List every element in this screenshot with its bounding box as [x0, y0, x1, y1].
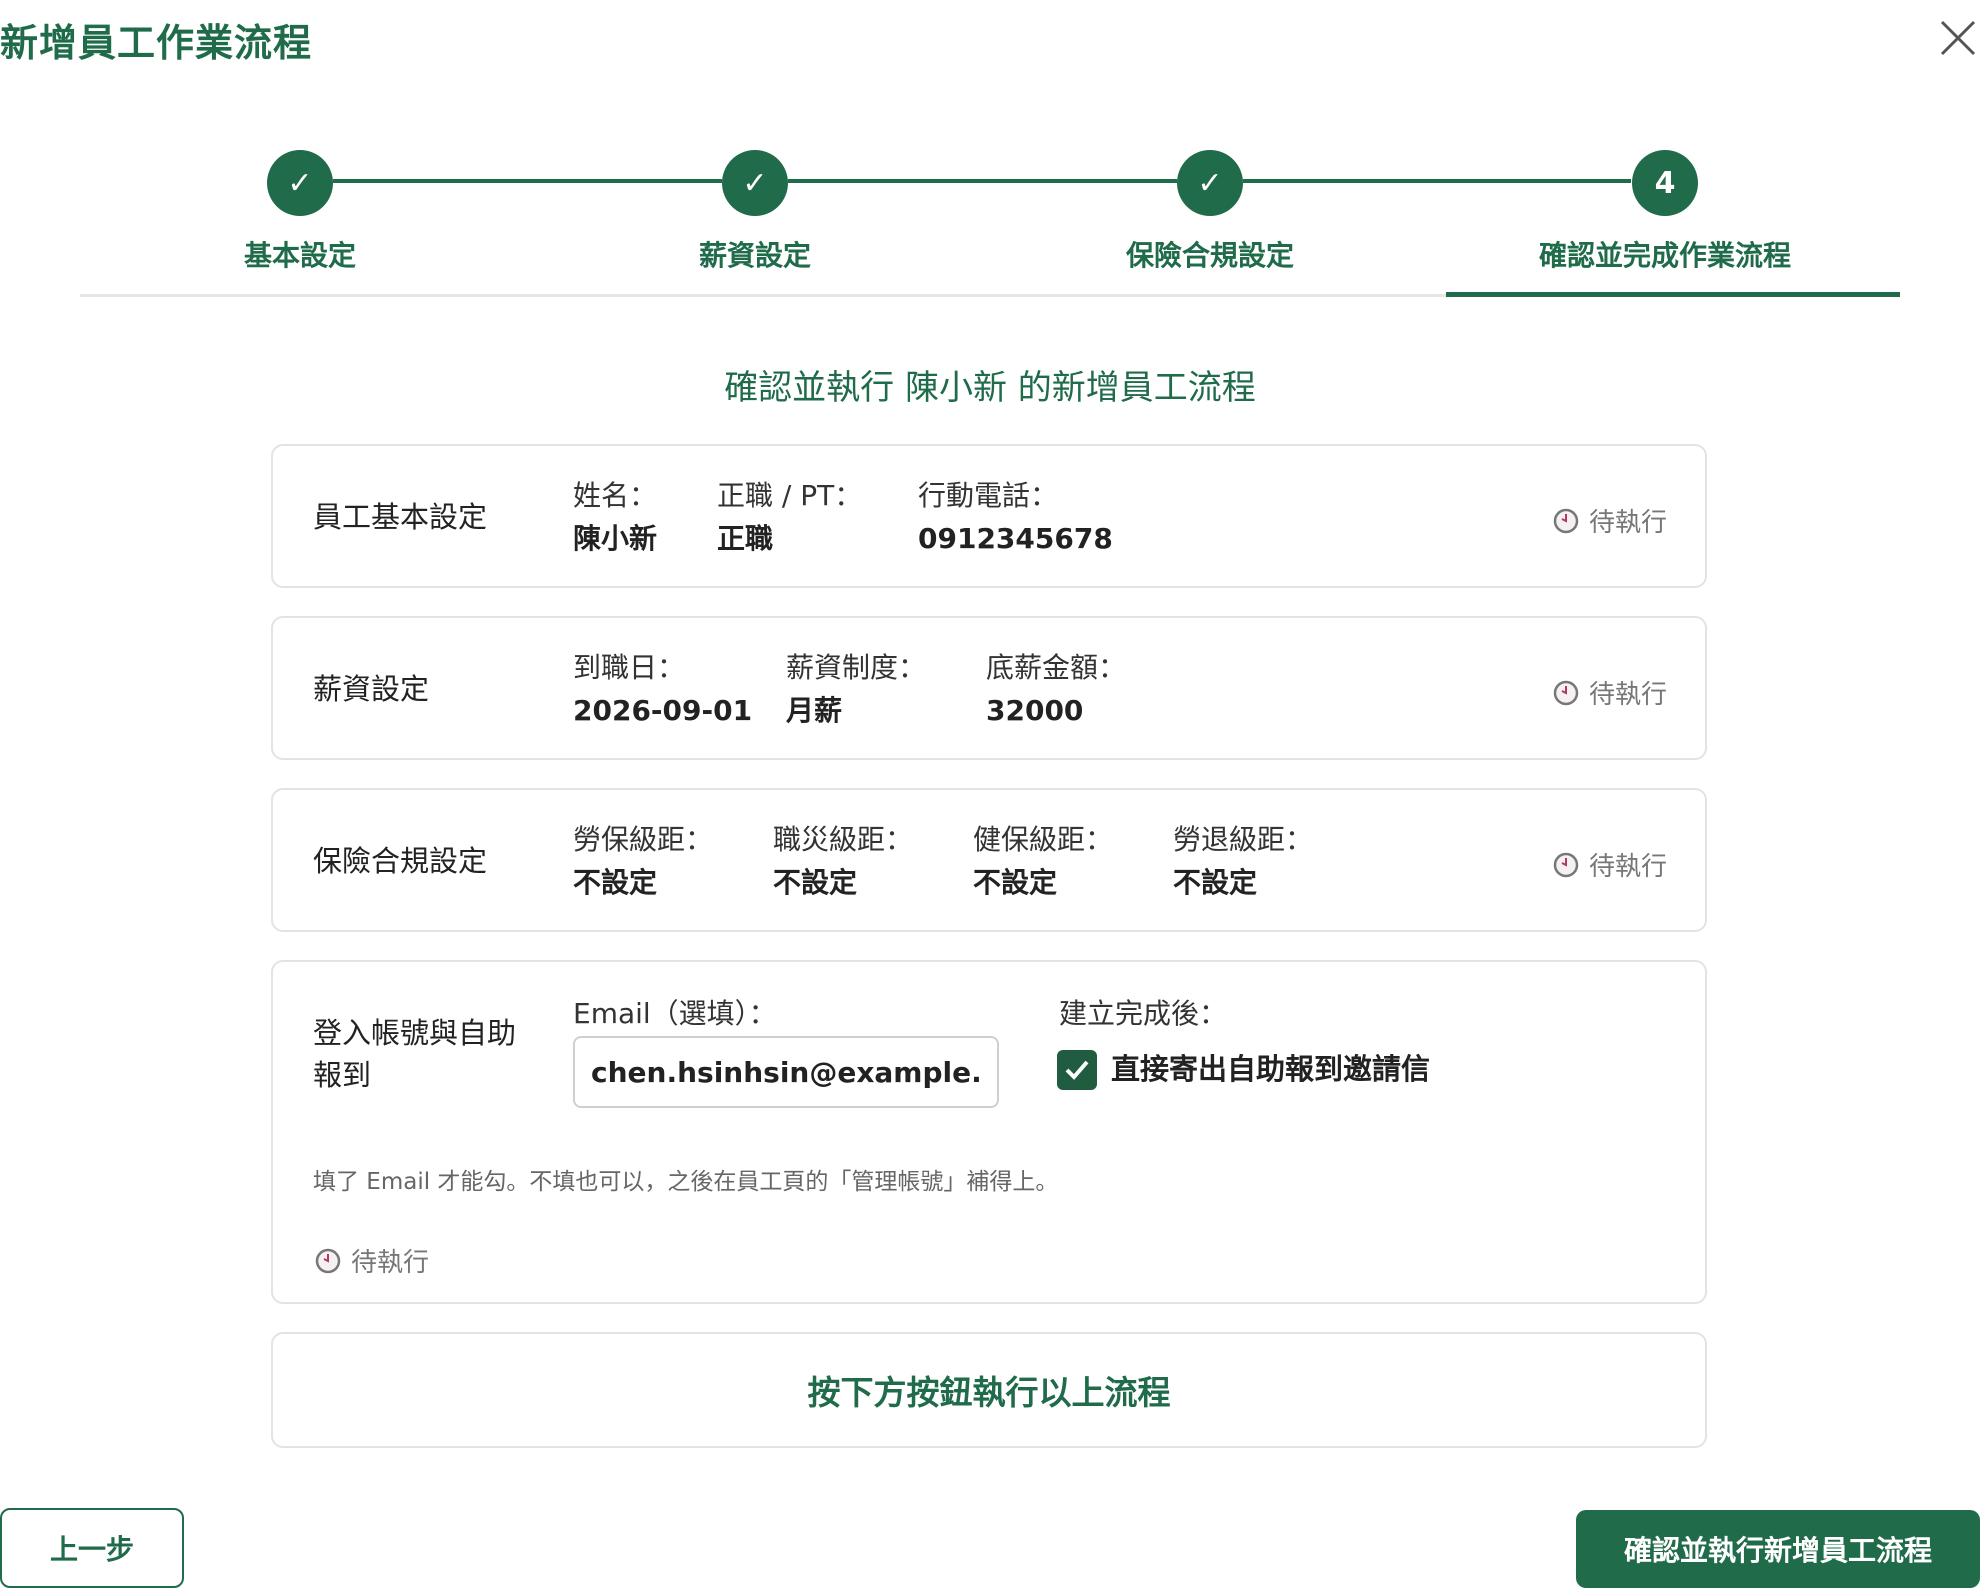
email-hint: 填了 Email 才能勾。不填也可以，之後在員工頁的「管理帳號」補得上。: [313, 1169, 1059, 1195]
step-confirm: 4 確認並完成作業流程: [1445, 150, 1885, 274]
field-label: 正職 / PT：: [717, 479, 863, 512]
email-field[interactable]: [573, 1036, 999, 1108]
clock-icon: [1553, 852, 1579, 877]
field-pension: 勞退級距： 不設定: [1173, 820, 1313, 906]
step-label: 保險合規設定: [1125, 239, 1294, 272]
clock-icon: [1553, 508, 1579, 533]
field-label: 底薪金額：: [986, 651, 1127, 684]
field-value: 不設定: [1173, 866, 1258, 899]
field-phone: 行動電話： 0912345678: [918, 476, 1113, 562]
field-label: 勞退級距：: [1173, 823, 1314, 856]
field-value: 32000: [986, 694, 1084, 727]
step-basic: ✓ 基本設定: [80, 150, 520, 274]
field-start-date: 到職日： 2026-09-01: [573, 648, 752, 734]
field-name: 姓名： 陳小新: [573, 476, 657, 562]
card-execute-notice: 按下方按鈕執行以上流程: [271, 1332, 1707, 1448]
confirm-subtitle: 確認並執行 陳小新 的新增員工流程: [724, 368, 1256, 408]
card-basic-settings: 員工基本設定 姓名： 陳小新 正職 / PT： 正職 行動電話： 0912345…: [271, 444, 1707, 588]
stepper: ✓ 基本設定 ✓ 薪資設定 ✓ 保險合規設定 4 確認並完成作業流程: [80, 150, 1900, 300]
field-value: 月薪: [786, 694, 843, 727]
card-salary-settings: 薪資設定 到職日： 2026-09-01 薪資制度： 月薪 底薪金額： 3200…: [271, 616, 1707, 760]
step-number: 4: [1632, 150, 1698, 216]
dialog-title: 新增員工作業流程: [0, 21, 313, 65]
status-pending: 待執行: [1553, 502, 1667, 539]
clock-icon: [1553, 680, 1579, 705]
check-icon: ✓: [722, 150, 788, 216]
step-label: 確認並完成作業流程: [1538, 239, 1791, 272]
field-occupational-insurance: 職災級距： 不設定: [773, 820, 913, 906]
step-insurance: ✓ 保險合規設定: [990, 150, 1430, 274]
status-text: 待執行: [1589, 508, 1668, 538]
field-employment-type: 正職 / PT： 正職: [717, 476, 862, 562]
field-value: 陳小新: [573, 522, 658, 555]
field-label: 職災級距：: [773, 823, 914, 856]
field-value: 正職: [717, 522, 774, 555]
card-title: 登入帳號與自助 報到: [313, 1012, 516, 1096]
after-create-label: 建立完成後：: [1059, 997, 1228, 1030]
card-title-line: 報到: [313, 1058, 372, 1092]
send-invite-checkbox[interactable]: [1057, 1050, 1097, 1090]
status-pending: 待執行: [315, 1242, 429, 1279]
card-account-onboarding: 登入帳號與自助 報到 Email（選填）： 建立完成後： 直接寄出自助報到邀請信…: [271, 960, 1707, 1304]
previous-step-button[interactable]: 上一步: [0, 1508, 184, 1588]
field-value: 不設定: [773, 866, 858, 899]
field-label: 姓名：: [573, 479, 658, 512]
field-value: 2026-09-01: [573, 694, 753, 727]
clock-icon: [315, 1248, 341, 1273]
stepper-active-underline: [1446, 292, 1900, 297]
confirm-execute-button[interactable]: 確認並執行新增員工流程: [1576, 1510, 1980, 1588]
card-insurance-settings: 保險合規設定 勞保級距： 不設定 職災級距： 不設定 健保級距： 不設定 勞退級…: [271, 788, 1707, 932]
step-label: 薪資設定: [698, 239, 811, 272]
card-title: 員工基本設定: [313, 500, 488, 534]
field-labor-insurance: 勞保級距： 不設定: [573, 820, 713, 906]
status-pending: 待執行: [1553, 674, 1667, 711]
close-button[interactable]: [1936, 16, 1980, 60]
close-icon: [1940, 20, 1976, 56]
field-pay-system: 薪資制度： 月薪: [786, 648, 926, 734]
email-label: Email（選填）：: [573, 997, 777, 1030]
status-text: 待執行: [1589, 852, 1668, 882]
field-value: 不設定: [573, 866, 658, 899]
check-icon: ✓: [267, 150, 333, 216]
status-text: 待執行: [1589, 680, 1668, 710]
card-title: 薪資設定: [313, 672, 430, 706]
field-value: 0912345678: [918, 522, 1113, 555]
step-label: 基本設定: [243, 239, 356, 272]
execute-notice-text: 按下方按鈕執行以上流程: [807, 1373, 1171, 1412]
field-label: 行動電話：: [918, 479, 1059, 512]
field-label: 薪資制度：: [786, 651, 927, 684]
field-label: 健保級距：: [973, 823, 1114, 856]
send-invite-label[interactable]: 直接寄出自助報到邀請信: [1111, 1048, 1430, 1090]
step-salary: ✓ 薪資設定: [535, 150, 975, 274]
card-title-line: 登入帳號與自助: [313, 1016, 517, 1050]
field-health-insurance: 健保級距： 不設定: [973, 820, 1113, 906]
field-label: 勞保級距：: [573, 823, 714, 856]
field-label: 到職日：: [573, 651, 686, 684]
status-text: 待執行: [351, 1248, 430, 1278]
check-icon: ✓: [1177, 150, 1243, 216]
field-value: 不設定: [973, 866, 1058, 899]
field-base-salary: 底薪金額： 32000: [986, 648, 1126, 734]
checkmark-icon: [1065, 1060, 1089, 1080]
card-title: 保險合規設定: [313, 844, 488, 878]
status-pending: 待執行: [1553, 846, 1667, 883]
